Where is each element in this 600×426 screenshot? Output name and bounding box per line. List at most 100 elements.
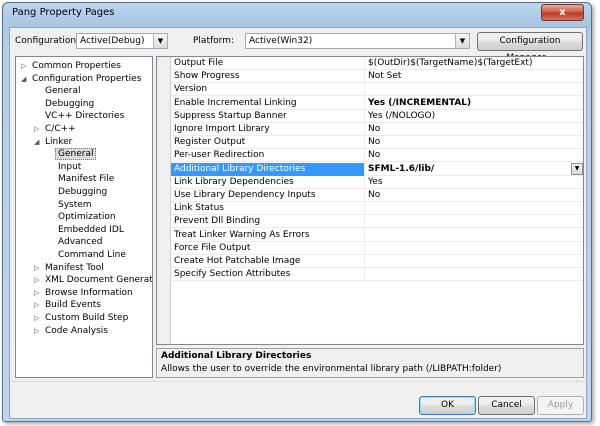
tree-expander-icon[interactable]: ▷	[34, 299, 39, 311]
column-splitter	[364, 109, 365, 123]
configuration-value: Active(Debug)	[80, 36, 145, 46]
property-row[interactable]: Version	[171, 83, 583, 97]
tree-item[interactable]: Build Events	[45, 299, 101, 311]
property-row[interactable]: Force File Output	[171, 241, 583, 255]
tree-expander-icon[interactable]: ▷	[21, 60, 26, 72]
description-panel: Additional Library Directories Allows th…	[156, 348, 584, 378]
property-value[interactable]: Yes (/INCREMENTAL)	[368, 97, 578, 110]
property-name: Use Library Dependency Inputs	[174, 190, 316, 200]
dialog-client-area: Configuration: Active(Debug) ▼ Platform:…	[9, 27, 587, 419]
column-splitter	[364, 149, 365, 163]
property-value[interactable]: No	[368, 123, 578, 136]
property-value[interactable]: Yes (/NOLOGO)	[368, 110, 578, 123]
property-row[interactable]: Per-user Redirection No	[171, 149, 583, 163]
ok-button[interactable]: OK	[419, 396, 476, 415]
tree-item[interactable]: Command Line	[58, 249, 126, 261]
tree-expander-icon[interactable]: ▷	[34, 262, 39, 274]
property-value[interactable]: No	[368, 189, 578, 202]
property-value[interactable]: SFML-1.6/lib/	[368, 163, 578, 176]
platform-dropdown[interactable]: Active(Win32) ▼	[245, 33, 470, 49]
tree-item[interactable]: Advanced	[58, 236, 102, 248]
property-row[interactable]: Create Hot Patchable Image	[171, 255, 583, 268]
cancel-button[interactable]: Cancel	[478, 396, 535, 415]
column-splitter	[364, 162, 365, 176]
tree-item[interactable]: Optimization	[58, 211, 116, 223]
property-name: Link Status	[174, 203, 224, 214]
column-splitter	[364, 70, 365, 84]
column-splitter	[364, 136, 365, 150]
property-row[interactable]: Show Progress Not Set	[171, 70, 583, 84]
tree-expander-icon[interactable]: ▷	[34, 274, 39, 286]
property-name: Link Library Dependencies	[174, 176, 294, 187]
tree-item[interactable]: XML Document Generator	[45, 274, 152, 286]
separator	[10, 381, 586, 382]
property-name: Output File	[174, 58, 224, 68]
property-grid[interactable]: Output File $(OutDir)$(TargetName)$(Targe…	[156, 56, 584, 345]
property-row[interactable]: Link Status	[171, 202, 583, 216]
tree-expander-icon[interactable]: ▷	[34, 325, 39, 337]
tree-item[interactable]: General	[45, 85, 80, 97]
property-value[interactable]: $(OutDir)$(TargetName)$(TargetExt)	[368, 57, 578, 70]
property-row[interactable]: Treat Linker Warning As Errors	[171, 228, 583, 242]
property-name: Ignore Import Library	[174, 124, 270, 134]
column-splitter	[364, 215, 365, 229]
property-value[interactable]: No	[368, 136, 578, 149]
tree-item[interactable]: System	[58, 199, 92, 211]
platform-label: Platform:	[193, 36, 234, 46]
tree-item[interactable]: Code Analysis	[45, 325, 108, 337]
property-name: Prevent Dll Binding	[174, 216, 261, 227]
tree-expander-icon[interactable]: ▷	[34, 312, 39, 324]
tree-expander-icon[interactable]: ▷	[34, 123, 39, 135]
property-row[interactable]: Specify Section Attributes	[171, 268, 583, 282]
tree-item[interactable]: Configuration Properties	[32, 73, 141, 85]
property-row[interactable]: Ignore Import Library No	[171, 123, 583, 136]
property-value[interactable]: No	[368, 149, 578, 162]
property-name: Register Output	[174, 137, 246, 148]
configuration-manager-button[interactable]: Configuration Manager...	[477, 32, 583, 63]
property-name: Create Hot Patchable Image	[174, 256, 301, 266]
column-splitter	[364, 57, 365, 70]
property-row[interactable]: Link Library Dependencies Yes	[171, 175, 583, 189]
property-value[interactable]: Not Set	[368, 70, 578, 83]
tree-item[interactable]: Linker	[45, 136, 72, 148]
tree-item[interactable]: Custom Build Step	[45, 312, 128, 324]
tree-item[interactable]: Manifest File	[58, 173, 114, 185]
tree-item[interactable]: Input	[58, 161, 81, 173]
property-name: Show Progress	[174, 71, 240, 82]
tree-item[interactable]: Browse Information	[45, 287, 133, 299]
close-button[interactable]: x	[541, 4, 584, 21]
column-splitter	[364, 189, 365, 202]
property-value[interactable]: Yes	[368, 176, 578, 189]
property-name: Version	[174, 84, 208, 95]
column-splitter	[364, 123, 365, 136]
property-name: Treat Linker Warning As Errors	[174, 229, 310, 240]
property-row[interactable]: Register Output No	[171, 136, 583, 150]
tree-item[interactable]: Debugging	[45, 98, 94, 110]
configuration-dropdown[interactable]: Active(Debug) ▼	[76, 33, 168, 49]
tree-item[interactable]: Common Properties	[32, 60, 121, 72]
value-dropdown-button[interactable]: ▼	[571, 162, 583, 175]
apply-button[interactable]: Apply	[537, 396, 584, 415]
property-tree[interactable]: ▷ Common Properties ◢ Configuration Propert…	[15, 56, 153, 378]
tree-item[interactable]: General	[55, 148, 97, 161]
tree-expander-icon[interactable]: ▷	[34, 287, 39, 299]
grid-gutter	[157, 57, 171, 344]
column-splitter	[364, 202, 365, 216]
chevron-down-icon: ▼	[455, 34, 469, 48]
tree-expander-icon[interactable]: ◢	[21, 73, 26, 85]
tree-item[interactable]: VC++ Directories	[45, 110, 124, 122]
tree-item[interactable]: Manifest Tool	[45, 262, 104, 274]
tree-item[interactable]: Debugging	[58, 186, 107, 198]
property-row[interactable]: Use Library Dependency Inputs No	[171, 189, 583, 202]
property-row[interactable]: Prevent Dll Binding	[171, 215, 583, 229]
property-row[interactable]: Enable Incremental Linking Yes (/INCREMEN…	[171, 96, 583, 110]
property-row[interactable]: Output File $(OutDir)$(TargetName)$(Targe…	[171, 57, 583, 70]
tree-expander-icon[interactable]: ◢	[34, 136, 39, 148]
property-name: Specify Section Attributes	[174, 269, 291, 280]
tree-item[interactable]: Embedded IDL	[58, 224, 124, 236]
property-row[interactable]: Additional Library Directories SFML-1.6/l…	[171, 162, 583, 176]
property-name: Enable Incremental Linking	[174, 97, 297, 108]
chevron-down-icon: ▼	[153, 34, 167, 48]
property-row[interactable]: Suppress Startup Banner Yes (/NOLOGO)	[171, 109, 583, 123]
tree-item[interactable]: C/C++	[45, 123, 76, 135]
